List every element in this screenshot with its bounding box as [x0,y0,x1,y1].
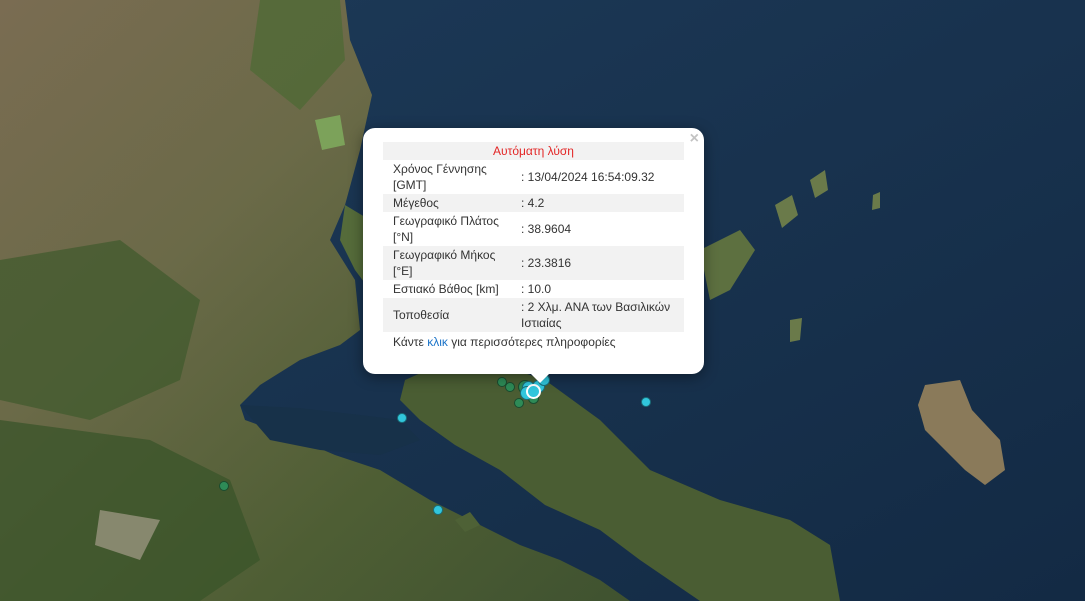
more-info-text: Κάντε κλικ για περισσότερες πληροφορίες [383,332,684,350]
row-value: : 4.2 [521,196,545,210]
map-view[interactable]: × Αυτόματη λύση Χρόνος Γέννησης [GMT] : … [0,0,1085,601]
row-label: Μέγεθος [393,196,439,210]
table-row-longitude: Γεωγραφικό Μήκος [°E] : 23.3816 [383,246,684,280]
earthquake-details-table: Χρόνος Γέννησης [GMT] : 13/04/2024 16:54… [383,160,684,332]
row-value: : 10.0 [521,282,552,296]
row-label: Γεωγραφικό Μήκος [°E] [393,248,496,278]
table-row-magnitude: Μέγεθος : 4.2 [383,194,684,212]
earthquake-marker[interactable] [641,397,651,407]
earthquake-marker[interactable] [219,481,229,491]
row-value: : 2 Χλμ. ΑΝΑ των Βασιλικών Ιστιαίας [521,300,671,330]
row-value: : 38.9604 [521,222,572,236]
earthquake-marker[interactable] [505,382,515,392]
row-label: Χρόνος Γέννησης [GMT] [393,162,487,192]
row-value: : 13/04/2024 16:54:09.32 [521,170,655,184]
row-label: Τοποθεσία [393,308,450,322]
more-info-suffix: για περισσότερες πληροφορίες [447,335,616,349]
more-info-link[interactable]: κλικ [427,335,448,349]
table-row-latitude: Γεωγραφικό Πλάτος [°N] : 38.9604 [383,212,684,246]
table-row-origin-time: Χρόνος Γέννησης [GMT] : 13/04/2024 16:54… [383,160,684,194]
earthquake-info-popup: × Αυτόματη λύση Χρόνος Γέννησης [GMT] : … [363,128,704,374]
more-info-prefix: Κάντε [393,335,428,349]
table-row-location: Τοποθεσία : 2 Χλμ. ΑΝΑ των Βασιλικών Ιστ… [383,298,684,332]
popup-tip [530,373,550,383]
row-value: : 23.3816 [521,256,572,270]
earthquake-marker-selected[interactable] [526,384,541,399]
row-label: Γεωγραφικό Πλάτος [°N] [393,214,499,244]
close-icon[interactable]: × [690,131,699,147]
earthquake-marker[interactable] [397,413,407,423]
popup-title: Αυτόματη λύση [383,142,684,160]
table-row-depth: Εστιακό Βάθος [km] : 10.0 [383,280,684,298]
earthquake-marker[interactable] [433,505,443,515]
earthquake-marker[interactable] [514,398,524,408]
row-label: Εστιακό Βάθος [km] [393,282,499,296]
